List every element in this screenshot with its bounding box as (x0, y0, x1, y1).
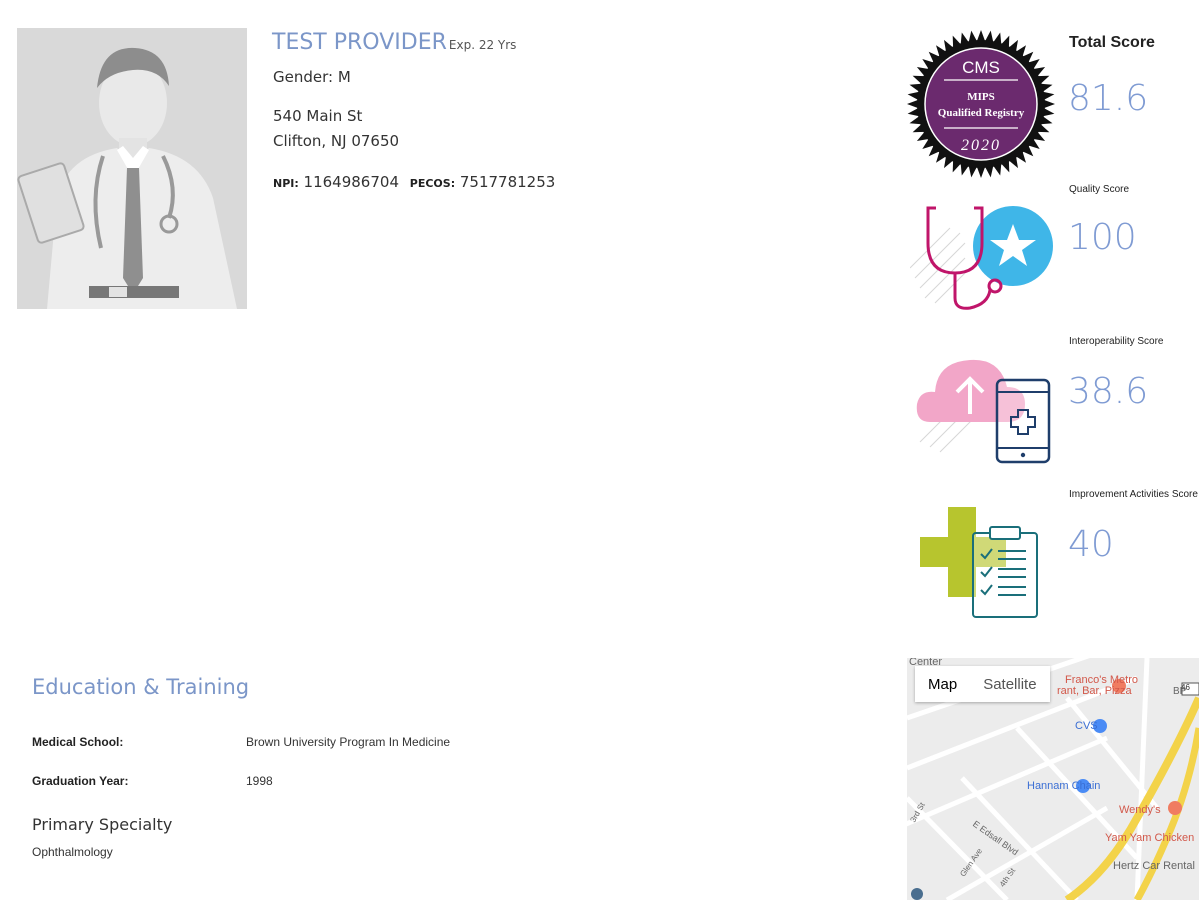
satellite-tab-button[interactable]: Satellite (970, 666, 1050, 702)
improvement-score-title: Improvement Activities Score (1069, 489, 1198, 500)
doctor-silhouette-icon (17, 28, 247, 309)
map-label-wendys: Wendy's (1119, 804, 1161, 816)
npi-label: NPI: (273, 177, 299, 190)
improvement-score-value: 40 (1068, 524, 1114, 565)
badge-year: 2020 (961, 137, 1001, 154)
map-type-toggle: Map Satellite (915, 666, 1050, 702)
map-label-bp: BP (1173, 686, 1187, 697)
graduation-year-value: 1998 (246, 774, 273, 788)
experience-text: Exp. 22 Yrs (448, 38, 517, 52)
primary-specialty-heading: Primary Specialty (32, 815, 173, 834)
provider-ids: NPI: 1164986704 PECOS: 7517781253 (273, 173, 555, 191)
badge-registry: Qualified Registry (938, 107, 1025, 119)
medical-school-value: Brown University Program In Medicine (246, 735, 451, 749)
graduation-year-label: Graduation Year: (32, 774, 129, 788)
quality-score-title: Quality Score (1069, 184, 1130, 195)
quality-score-value: 100 (1068, 217, 1137, 258)
map-label-yamyam: Yam Yam Chicken (1105, 832, 1195, 844)
badge-mips: MIPS (967, 91, 995, 103)
medical-school-label: Medical School: (32, 735, 124, 749)
stethoscope-star-icon (910, 206, 1053, 310)
address-line2: Clifton, NJ 07650 (273, 132, 400, 150)
address-line1: 540 Main St (273, 107, 363, 125)
location-map[interactable]: Map Satellite Center Franco's Metro rant… (907, 658, 1199, 900)
map-label-hannam: Hannam Chain (1027, 780, 1101, 792)
npi-value: 1164986704 (303, 173, 399, 191)
pecos-label: PECOS: (409, 177, 456, 190)
mips-badge-seal: CMS MIPS Qualified Registry 2020 (907, 30, 1055, 178)
provider-name: TEST PROVIDER Exp. 22 Yrs (272, 30, 516, 55)
map-label-francos2: rant, Bar, Pizza (1057, 685, 1132, 697)
map-label-center: Center (909, 658, 943, 668)
education-heading: Education & Training (32, 675, 250, 699)
interoperability-score-title: Interoperability Score (1069, 336, 1164, 347)
provider-photo (17, 28, 247, 309)
total-score-value: 81.6 (1068, 78, 1149, 119)
gender-text: Gender: M (273, 68, 351, 86)
map-tab-button[interactable]: Map (915, 666, 971, 702)
provider-name-text: TEST PROVIDER (272, 30, 447, 55)
cloud-device-icon (916, 359, 1051, 464)
pecos-value: 7517781253 (459, 173, 556, 191)
total-score-title: Total Score (1069, 34, 1155, 51)
badge-cms: CMS (962, 58, 1000, 77)
map-label-cvs: CVS (1075, 720, 1098, 732)
primary-specialty-value: Ophthalmology (32, 845, 113, 859)
clipboard-plus-icon (920, 507, 1038, 618)
interoperability-score-value: 38.6 (1068, 371, 1149, 412)
map-label-hertz: Hertz Car Rental (1113, 860, 1195, 872)
